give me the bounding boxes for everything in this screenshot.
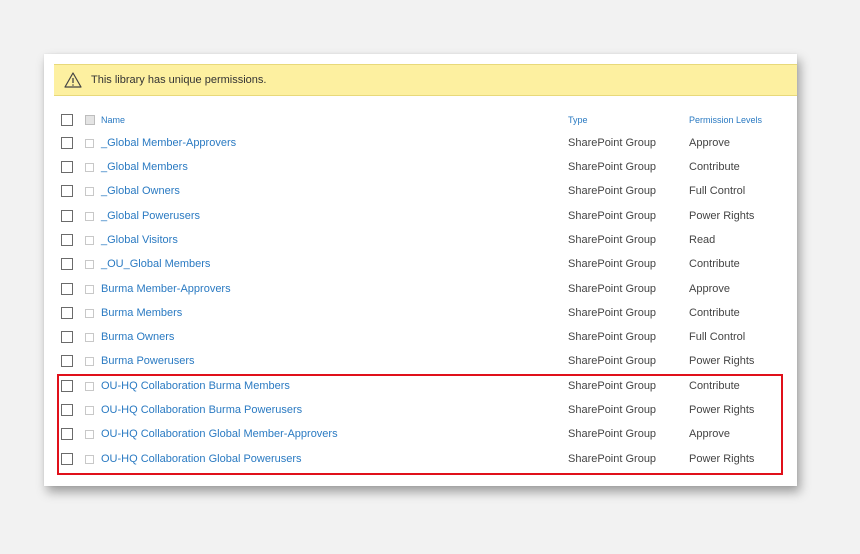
permission-level: Power Rights xyxy=(689,453,755,465)
group-type: SharePoint Group xyxy=(568,355,657,367)
group-name-link[interactable]: Burma Members xyxy=(101,307,182,319)
row-item-checkbox[interactable] xyxy=(85,405,94,415)
row-select-checkbox[interactable] xyxy=(61,234,73,246)
permission-level: Full Control xyxy=(689,331,746,343)
row-item-checkbox[interactable] xyxy=(85,356,94,366)
table-row: _Global Visitors SharePoint Group Read xyxy=(44,228,797,252)
table-row: _Global Member-Approvers SharePoint Group… xyxy=(44,131,797,155)
row-item-checkbox[interactable] xyxy=(85,332,94,342)
group-type: SharePoint Group xyxy=(568,283,657,295)
table-row: _OU_Global Members SharePoint Group Contri… xyxy=(44,252,797,276)
row-select-checkbox[interactable] xyxy=(61,161,73,173)
row-item-checkbox[interactable] xyxy=(85,381,94,391)
group-name-link[interactable]: OU-HQ Collaboration Burma Members xyxy=(101,380,290,392)
table-row: Burma Owners SharePoint Group Full Control xyxy=(44,325,797,349)
banner-text: This library has unique permissions. xyxy=(91,74,267,86)
header-item-checkbox[interactable] xyxy=(85,115,95,125)
permission-level: Read xyxy=(689,234,716,246)
permission-level: Power Rights xyxy=(689,404,755,416)
table-row: OU-HQ Collaboration Burma Powerusers Shar… xyxy=(44,398,797,422)
permission-level: Power Rights xyxy=(689,355,755,367)
row-select-checkbox[interactable] xyxy=(61,404,73,416)
permission-level: Full Control xyxy=(689,185,746,197)
unique-permissions-banner: This library has unique permissions. xyxy=(54,64,797,96)
group-name-link[interactable]: _Global Visitors xyxy=(101,234,178,246)
row-item-checkbox[interactable] xyxy=(85,308,94,318)
group-type: SharePoint Group xyxy=(568,258,657,270)
row-select-checkbox[interactable] xyxy=(61,210,73,222)
row-select-checkbox[interactable] xyxy=(61,380,73,392)
row-select-checkbox[interactable] xyxy=(61,331,73,343)
group-name-link[interactable]: _Global Owners xyxy=(101,185,180,197)
row-item-checkbox[interactable] xyxy=(85,162,94,172)
select-all-checkbox[interactable] xyxy=(61,114,73,126)
table-header: Name Type Permission Levels xyxy=(44,108,797,132)
row-item-checkbox[interactable] xyxy=(85,211,94,221)
group-name-link[interactable]: OU-HQ Collaboration Global Powerusers xyxy=(101,453,302,465)
group-name-link[interactable]: _OU_Global Members xyxy=(101,258,210,270)
table-row: _Global Members SharePoint Group Contribut… xyxy=(44,155,797,179)
table-row: OU-HQ Collaboration Burma Members SharePo… xyxy=(44,374,797,398)
column-header-name[interactable]: Name xyxy=(101,115,125,125)
group-name-link[interactable]: OU-HQ Collaboration Burma Powerusers xyxy=(101,404,302,416)
row-select-checkbox[interactable] xyxy=(61,307,73,319)
permission-level: Approve xyxy=(689,283,730,295)
warning-triangle-icon xyxy=(64,72,82,88)
row-item-checkbox[interactable] xyxy=(85,235,94,245)
row-item-checkbox[interactable] xyxy=(85,284,94,294)
permission-level: Contribute xyxy=(689,307,740,319)
group-type: SharePoint Group xyxy=(568,185,657,197)
table-row: OU-HQ Collaboration Global Member-Approv… xyxy=(44,422,797,446)
permission-level: Contribute xyxy=(689,161,740,173)
row-select-checkbox[interactable] xyxy=(61,185,73,197)
table-row: Burma Member-Approvers SharePoint Group Ap… xyxy=(44,277,797,301)
row-select-checkbox[interactable] xyxy=(61,453,73,465)
column-header-permission-levels[interactable]: Permission Levels xyxy=(689,115,762,125)
group-type: SharePoint Group xyxy=(568,380,657,392)
group-type: SharePoint Group xyxy=(568,307,657,319)
row-item-checkbox[interactable] xyxy=(85,259,94,269)
row-item-checkbox[interactable] xyxy=(85,454,94,464)
row-item-checkbox[interactable] xyxy=(85,429,94,439)
permission-level: Approve xyxy=(689,428,730,440)
row-select-checkbox[interactable] xyxy=(61,258,73,270)
permission-level: Power Rights xyxy=(689,210,755,222)
group-name-link[interactable]: Burma Member-Approvers xyxy=(101,283,231,295)
permission-level: Contribute xyxy=(689,258,740,270)
table-row: _Global Owners SharePoint Group Full Contr… xyxy=(44,179,797,203)
group-name-link[interactable]: Burma Owners xyxy=(101,331,174,343)
group-type: SharePoint Group xyxy=(568,453,657,465)
group-type: SharePoint Group xyxy=(568,331,657,343)
row-select-checkbox[interactable] xyxy=(61,428,73,440)
table-row: Burma Powerusers SharePoint Group Power Ri… xyxy=(44,349,797,373)
group-name-link[interactable]: _Global Members xyxy=(101,161,188,173)
group-name-link[interactable]: Burma Powerusers xyxy=(101,355,195,367)
group-type: SharePoint Group xyxy=(568,137,657,149)
group-name-link[interactable]: _Global Member-Approvers xyxy=(101,137,236,149)
group-type: SharePoint Group xyxy=(568,210,657,222)
table-row: Burma Members SharePoint Group Contribute xyxy=(44,301,797,325)
row-select-checkbox[interactable] xyxy=(61,355,73,367)
group-type: SharePoint Group xyxy=(568,428,657,440)
table-row: _Global Powerusers SharePoint Group Power … xyxy=(44,204,797,228)
group-type: SharePoint Group xyxy=(568,404,657,416)
group-type: SharePoint Group xyxy=(568,234,657,246)
row-select-checkbox[interactable] xyxy=(61,137,73,149)
permissions-panel: This library has unique permissions. Nam… xyxy=(44,54,797,486)
row-item-checkbox[interactable] xyxy=(85,138,94,148)
column-header-type[interactable]: Type xyxy=(568,115,588,125)
row-select-checkbox[interactable] xyxy=(61,283,73,295)
group-name-link[interactable]: _Global Powerusers xyxy=(101,210,200,222)
row-item-checkbox[interactable] xyxy=(85,186,94,196)
permission-level: Approve xyxy=(689,137,730,149)
permission-level: Contribute xyxy=(689,380,740,392)
group-name-link[interactable]: OU-HQ Collaboration Global Member-Approv… xyxy=(101,428,338,440)
table-row: OU-HQ Collaboration Global Powerusers Sha… xyxy=(44,447,797,471)
group-type: SharePoint Group xyxy=(568,161,657,173)
